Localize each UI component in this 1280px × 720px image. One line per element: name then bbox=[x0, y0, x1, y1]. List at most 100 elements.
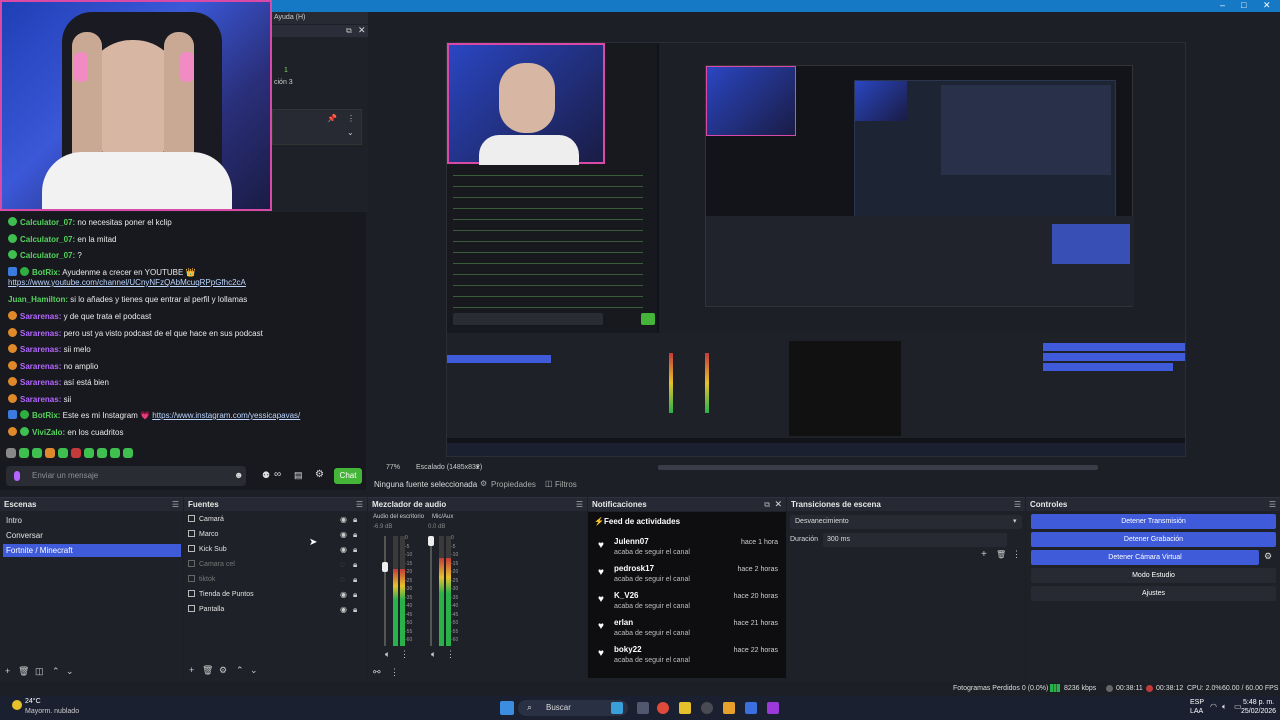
close-window-button[interactable]: ✕ bbox=[1263, 0, 1271, 11]
more-icon[interactable]: ⋮ bbox=[446, 649, 455, 660]
notification-item[interactable]: ♥ pedrosk17 acaba de seguir el canal hace 2… bbox=[596, 564, 780, 590]
stop-streaming-button[interactable]: Detener Transmisión bbox=[1031, 514, 1276, 529]
copilot-icon[interactable] bbox=[611, 702, 623, 714]
notification-item[interactable]: ♥ boky22 acaba de seguir el canal hace 22 h… bbox=[596, 645, 780, 671]
emote-icon[interactable] bbox=[6, 448, 16, 458]
notification-item[interactable]: ♥ Julenn07 acaba de seguir el canal hace 1 … bbox=[596, 537, 780, 563]
volume-fader-track[interactable] bbox=[430, 536, 432, 646]
notification-item[interactable]: ♥ K_V26 acaba de seguir el canal hace 20 ho… bbox=[596, 591, 780, 617]
language-layout[interactable]: LAA bbox=[1190, 708, 1203, 715]
emote-icon[interactable] bbox=[123, 448, 133, 458]
people-icon[interactable]: ⚉ bbox=[262, 470, 270, 481]
trash-icon[interactable]: 🗑 bbox=[18, 666, 29, 677]
source-item[interactable]: Camara cel bbox=[188, 558, 235, 571]
close-icon[interactable]: ✕ bbox=[774, 499, 782, 510]
scene-item-intro[interactable]: Intro bbox=[3, 514, 181, 527]
scene-item-fortnite-minecraft[interactable]: Fortnite / Minecraft bbox=[3, 544, 181, 557]
trash-icon[interactable]: 🗑 bbox=[202, 665, 213, 676]
emote-icon[interactable] bbox=[71, 448, 81, 458]
stop-virtual-camera-button[interactable]: Detener Cámara Virtual bbox=[1031, 550, 1259, 565]
mic-icon[interactable] bbox=[14, 471, 20, 481]
emote-icon[interactable] bbox=[19, 448, 29, 458]
source-item[interactable]: Camará bbox=[188, 513, 224, 526]
file-explorer-icon[interactable] bbox=[679, 702, 691, 714]
source-item[interactable]: Marco bbox=[188, 528, 218, 541]
more-icon[interactable]: ⋮ bbox=[1012, 549, 1021, 560]
add-icon[interactable]: + bbox=[981, 549, 987, 560]
notification-item[interactable]: ♥ erlan acaba de seguir el canal hace 21 ho… bbox=[596, 618, 780, 644]
emote-icon[interactable] bbox=[97, 448, 107, 458]
eye-icon[interactable]: ◉ bbox=[340, 515, 347, 524]
trash-icon[interactable]: 🗑 bbox=[996, 550, 1006, 559]
chevron-up-icon[interactable]: ⌃ bbox=[236, 665, 244, 676]
speaker-icon[interactable]: 🔈︎ bbox=[385, 649, 390, 660]
link-icon[interactable]: ⚯ bbox=[373, 667, 381, 678]
minimize-button[interactable]: – bbox=[1220, 0, 1225, 11]
dock-menu-icon[interactable]: ☰ bbox=[576, 500, 583, 509]
stop-recording-button[interactable]: Detener Grabación bbox=[1031, 532, 1276, 547]
more-icon[interactable]: ⋮ bbox=[390, 667, 399, 678]
preview-scrollbar[interactable] bbox=[658, 465, 1098, 470]
float-icon[interactable]: ⧉ bbox=[346, 26, 352, 36]
speaker-icon[interactable]: 🔈︎ bbox=[431, 649, 436, 660]
source-item[interactable]: tiktok bbox=[188, 573, 215, 586]
gear-icon[interactable]: ⚙ bbox=[1264, 551, 1272, 562]
source-item[interactable]: Tienda de Puntos bbox=[188, 588, 254, 601]
eye-icon[interactable]: ◉ bbox=[340, 605, 347, 614]
eye-icon[interactable]: ◉ bbox=[340, 530, 347, 539]
weather-temp[interactable]: 24°C bbox=[25, 698, 41, 705]
emote-icon[interactable] bbox=[110, 448, 120, 458]
scene-item-conversar[interactable]: Conversar bbox=[3, 529, 181, 542]
source-item[interactable]: Kick Sub bbox=[188, 543, 227, 556]
filter-icon[interactable]: ◫ bbox=[545, 479, 553, 488]
eye-hidden-icon[interactable]: ◌ bbox=[340, 560, 345, 569]
filters-button[interactable]: Filtros bbox=[555, 480, 577, 489]
filter-icon[interactable]: ◫ bbox=[35, 666, 44, 677]
emote-icon[interactable] bbox=[58, 448, 68, 458]
wifi-icon[interactable]: ◠ bbox=[1210, 702, 1217, 711]
link-icon[interactable]: ∞ bbox=[274, 469, 281, 480]
clock-time[interactable]: 5:48 p. m. bbox=[1243, 699, 1274, 706]
task-view-icon[interactable] bbox=[637, 702, 649, 714]
studio-mode-button[interactable]: Modo Estudio bbox=[1031, 568, 1276, 583]
duration-field[interactable]: 300 ms bbox=[823, 533, 1007, 547]
lock-icon[interactable]: 🔒︎ bbox=[353, 590, 357, 600]
chat-send-button[interactable]: Chat bbox=[334, 468, 362, 484]
eye-icon[interactable]: ◉ bbox=[340, 590, 347, 599]
more-icon[interactable]: ⋮ bbox=[400, 649, 409, 660]
lock-icon[interactable]: 🔒︎ bbox=[353, 515, 357, 525]
close-icon[interactable]: ✕ bbox=[358, 25, 366, 36]
chevron-up-icon[interactable]: ⌃ bbox=[52, 666, 60, 677]
language[interactable]: ESP bbox=[1190, 699, 1204, 706]
eye-icon[interactable]: ◉ bbox=[340, 545, 347, 554]
emoji-icon[interactable]: ☻ bbox=[234, 470, 243, 480]
app-icon[interactable] bbox=[723, 702, 735, 714]
lock-icon[interactable]: 🔒︎ bbox=[353, 575, 357, 585]
obs-icon[interactable] bbox=[701, 702, 713, 714]
float-icon[interactable]: ⧉ bbox=[764, 500, 770, 510]
maximize-button[interactable]: □ bbox=[1241, 0, 1246, 11]
emote-icon[interactable] bbox=[45, 448, 55, 458]
lock-icon[interactable]: 🔒︎ bbox=[353, 605, 357, 615]
lock-icon[interactable]: 🔒︎ bbox=[353, 545, 357, 555]
eye-hidden-icon[interactable]: ◌ bbox=[340, 575, 345, 584]
add-icon[interactable]: + bbox=[189, 665, 194, 675]
dock-menu-icon[interactable]: ☰ bbox=[172, 500, 179, 509]
emote-icon[interactable] bbox=[32, 448, 42, 458]
more-icon[interactable]: ⋮ bbox=[347, 114, 355, 123]
menu-help[interactable]: Ayuda (H) bbox=[272, 12, 368, 24]
chevron-down-icon[interactable]: ⌄ bbox=[347, 128, 354, 137]
volume-fader-handle[interactable] bbox=[428, 536, 434, 546]
dock-menu-icon[interactable]: ☰ bbox=[356, 500, 363, 509]
preview-canvas[interactable] bbox=[446, 42, 1186, 457]
emote-icon[interactable] bbox=[84, 448, 94, 458]
chat-input[interactable]: Enviar un mensaje bbox=[6, 466, 246, 486]
lock-icon[interactable]: 🔒︎ bbox=[353, 560, 357, 570]
transition-select[interactable]: Desvanecimiento bbox=[790, 515, 1022, 529]
add-icon[interactable]: + bbox=[5, 666, 10, 676]
gear-icon[interactable]: ⚙ bbox=[219, 665, 227, 676]
pin-icon[interactable]: 📌 bbox=[327, 114, 337, 123]
dock-menu-icon[interactable]: ☰ bbox=[1269, 500, 1276, 509]
app-icon[interactable] bbox=[767, 702, 779, 714]
clock-date[interactable]: 25/02/2026 bbox=[1241, 708, 1276, 715]
